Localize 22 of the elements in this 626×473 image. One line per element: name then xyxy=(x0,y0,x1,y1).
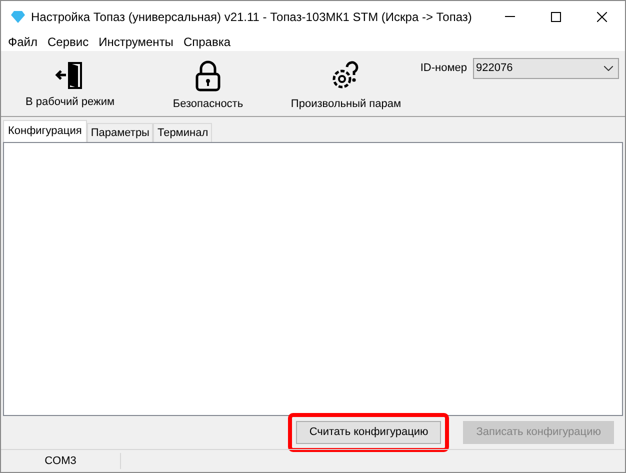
maximize-icon xyxy=(551,12,561,22)
read-write-button[interactable]: Считать конфигурацию xyxy=(296,421,442,444)
id-dropdown[interactable]: 922076 xyxy=(473,58,619,79)
door-exit-icon xyxy=(55,60,85,90)
gem-icon xyxy=(10,10,26,24)
id-label: ID-номер xyxy=(420,61,467,76)
menu-item[interactable]: Справка xyxy=(178,32,236,50)
padlock-icon xyxy=(195,60,221,92)
tab[interactable]: Терминал xyxy=(153,123,212,142)
toolbar-button[interactable]: Безопасность xyxy=(139,51,277,112)
menu-item[interactable]: Инструменты xyxy=(94,32,178,50)
chevron-down-icon xyxy=(604,66,613,71)
toolbar-button[interactable]: Произвольный парам xyxy=(277,51,415,112)
minimize-icon xyxy=(505,16,515,17)
menu-item[interactable]: Сервис xyxy=(42,32,94,50)
status-port: COM3 xyxy=(1,452,121,470)
close-icon xyxy=(597,12,607,22)
tab[interactable]: Конфигурация xyxy=(3,120,87,142)
window-title: Настройка Топаз (универсальная) v21.11 - Топаз-103МК1 STM (Искра -> Топаз) xyxy=(31,8,472,26)
tab[interactable]: Параметры xyxy=(86,123,154,142)
toolbar-button[interactable]: В рабочий режим xyxy=(1,51,139,110)
menu-item[interactable]: Файл xyxy=(3,32,43,50)
